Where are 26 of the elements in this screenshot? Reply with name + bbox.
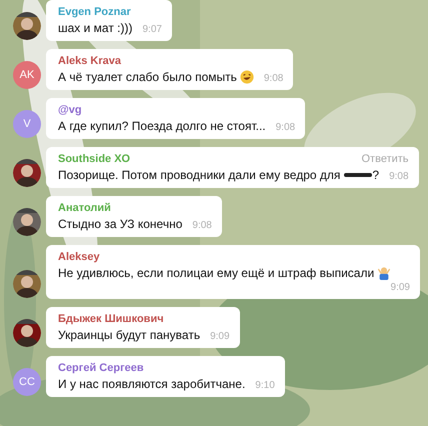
sender-name[interactable]: Aleks Krava <box>58 54 121 69</box>
message-text: Не удивлюсь, если полицаи ему ещё и штраф выписали <box>58 265 374 281</box>
message-text: А где купил? Поезда долго не стоят... <box>58 118 266 134</box>
message-time: 9:10 <box>254 379 275 392</box>
sender-name[interactable]: @vg <box>58 103 82 118</box>
sender-name[interactable]: Бдыжек Шишкович <box>58 312 164 327</box>
message-text: ? <box>372 167 380 183</box>
message-text: Позорище. Потом проводники дали ему ведро для <box>58 167 340 183</box>
message-text: Украинцы будут панувать <box>58 327 200 343</box>
message-time: 9:07 <box>141 23 162 36</box>
sender-name[interactable]: Aleksey <box>58 250 100 265</box>
message-time: 9:08 <box>388 170 409 183</box>
message-text: Стыдно за УЗ конечно <box>58 216 182 232</box>
sender-name[interactable]: Анатолий <box>58 201 111 216</box>
message-time: 9:09 <box>390 281 410 294</box>
message-text: И у нас появляются заробитчане. <box>58 376 246 392</box>
message-time: 9:08 <box>262 72 284 85</box>
message-time: 9:08 <box>274 121 296 134</box>
sender-name[interactable]: Southside XO <box>58 152 130 167</box>
sender-name[interactable]: Evgen Poznar <box>58 5 131 20</box>
message-time: 9:08 <box>191 219 212 232</box>
sender-name[interactable]: Сергей Сергеев <box>58 361 144 376</box>
message-text: А чё туалет слабо было помыть <box>58 69 237 85</box>
message-time: 9:09 <box>209 330 230 343</box>
reply-link[interactable]: Ответить <box>362 152 409 167</box>
message-text: шах и мат :))) <box>58 20 132 36</box>
